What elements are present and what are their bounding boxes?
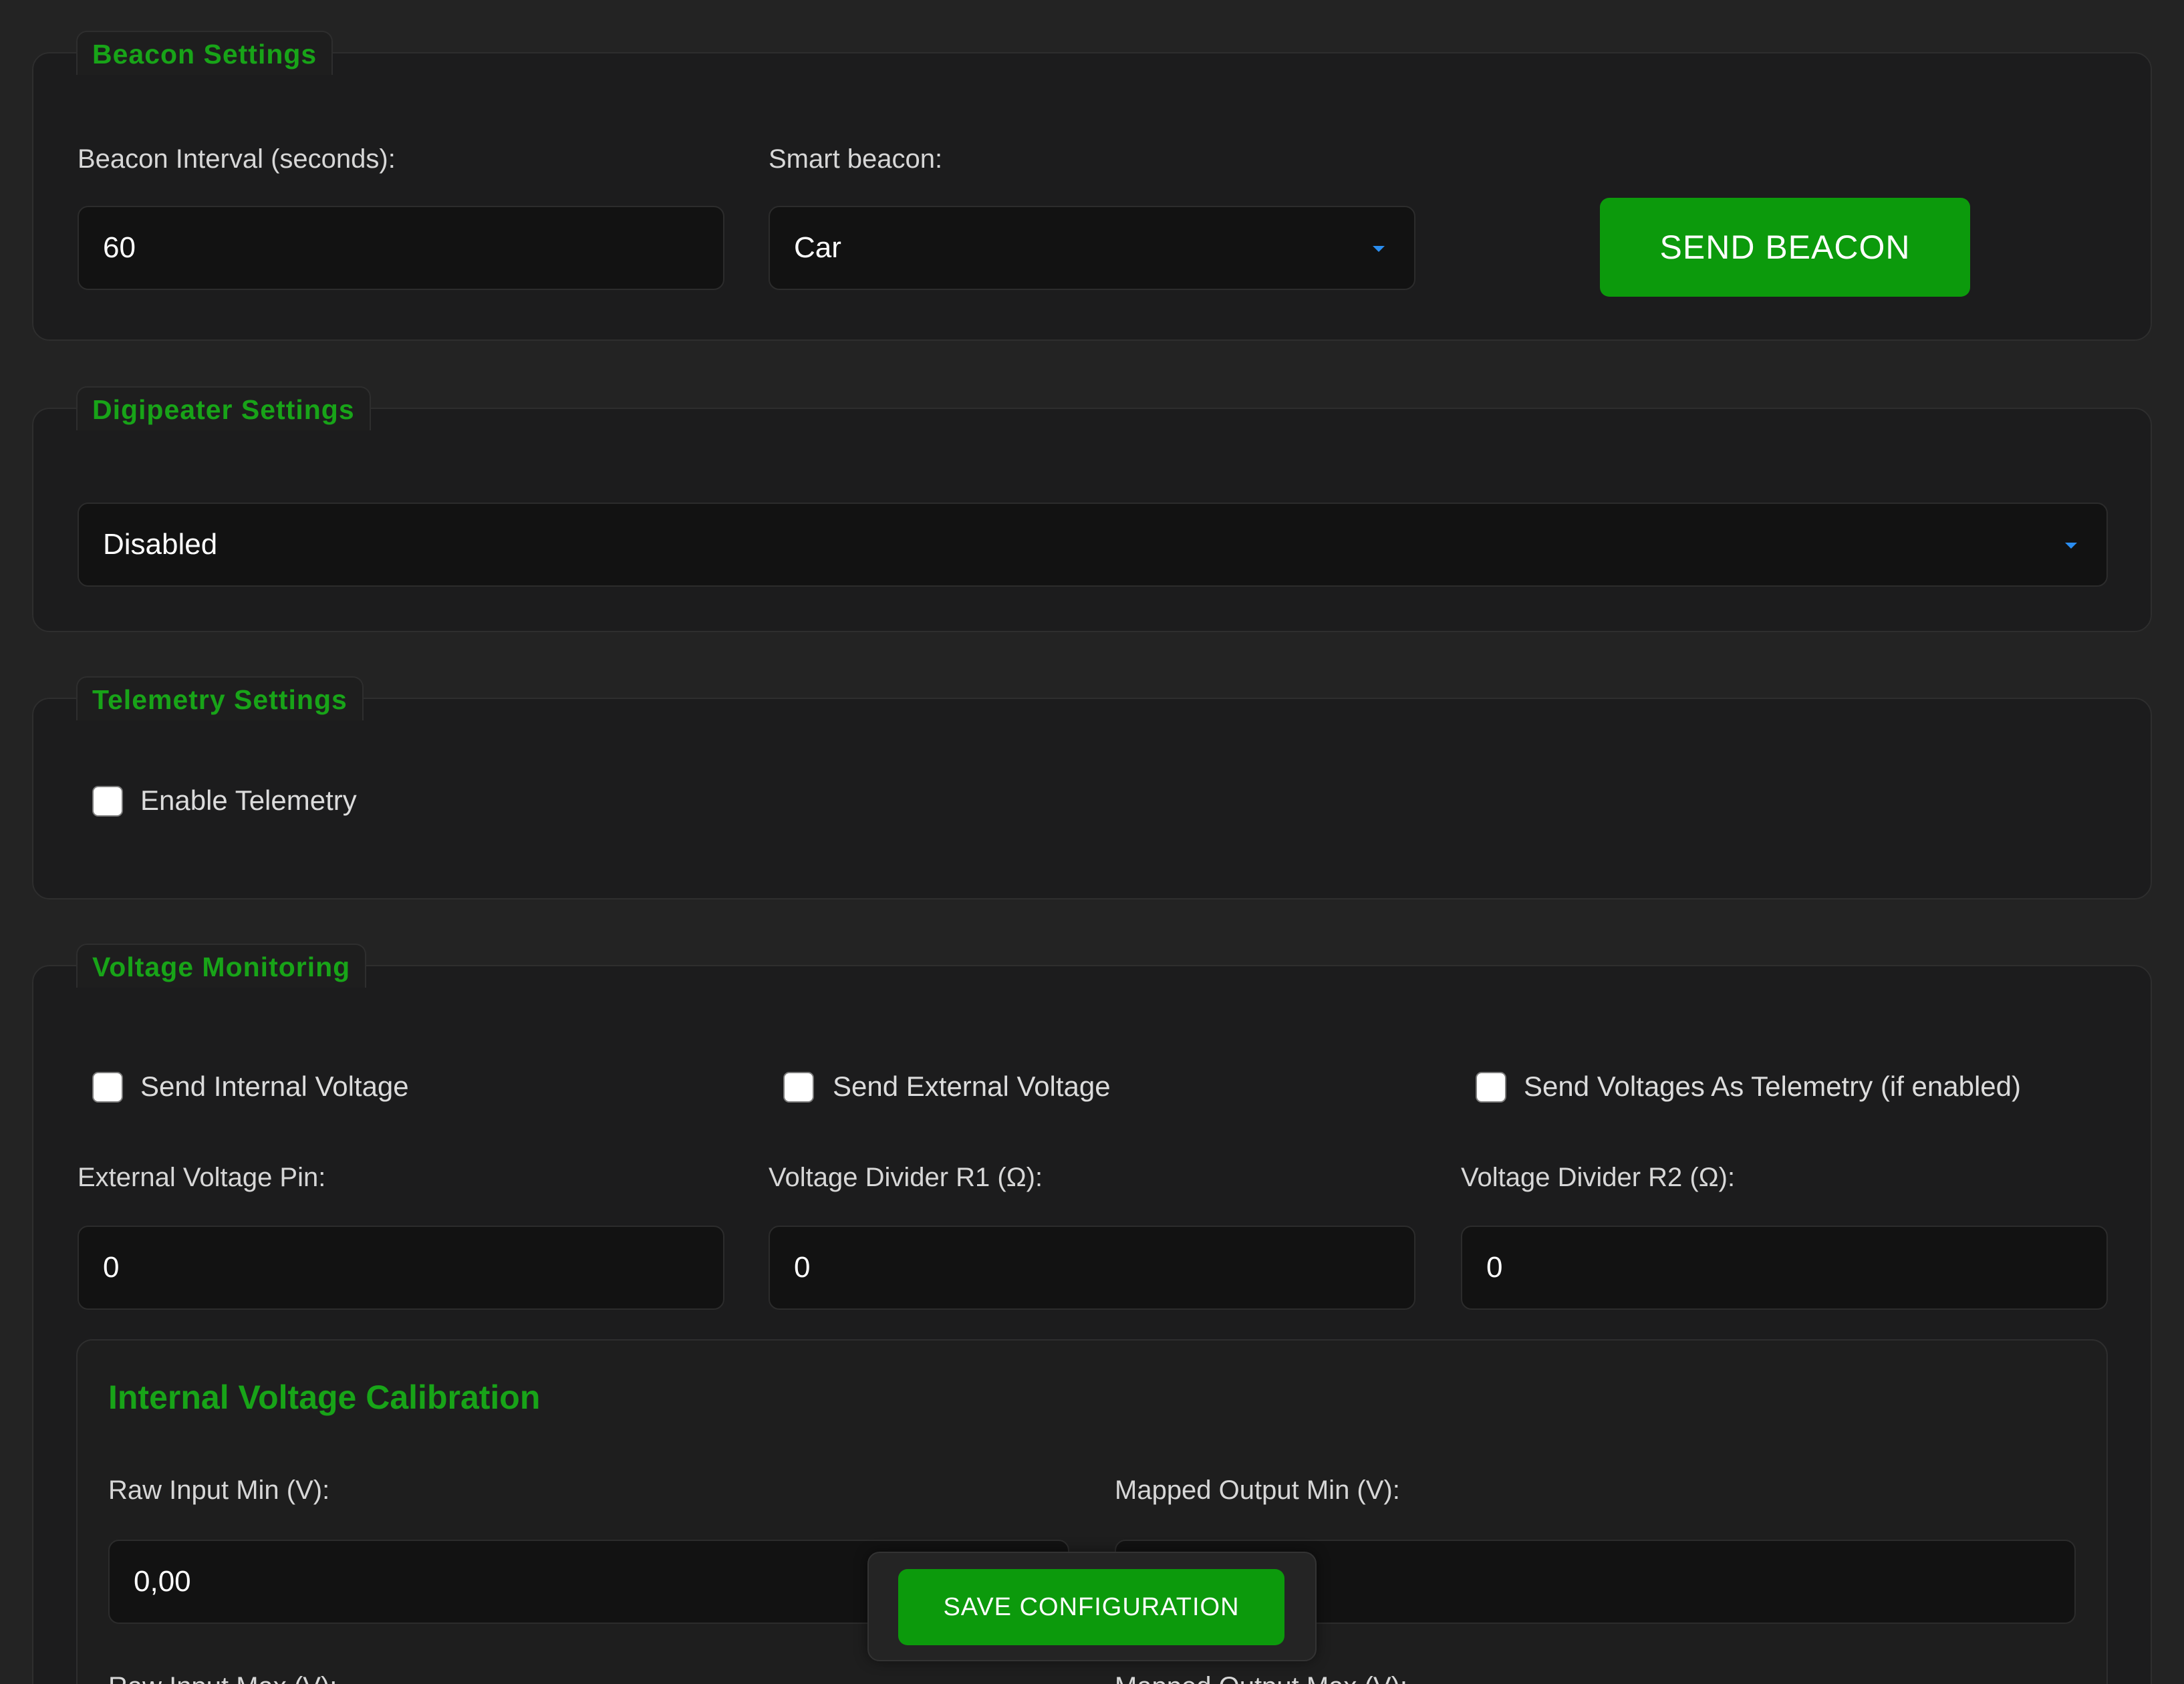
voltage-divider-r1-label: Voltage Divider R1 (Ω):	[769, 1163, 1043, 1192]
smart-beacon-select[interactable]: Car	[769, 206, 1415, 290]
beacon-settings-legend: Beacon Settings	[76, 31, 333, 75]
internal-voltage-calibration-title: Internal Voltage Calibration	[108, 1379, 541, 1416]
smart-beacon-value: Car	[794, 231, 841, 264]
beacon-interval-label: Beacon Interval (seconds):	[78, 144, 396, 174]
chevron-down-icon	[2065, 543, 2077, 549]
floating-save-bar: SAVE CONFIGURATION	[867, 1552, 1317, 1661]
send-external-voltage-checkbox[interactable]	[783, 1072, 814, 1103]
raw-input-max-label: Raw Input Max (V):	[108, 1672, 337, 1684]
send-voltages-telemetry-label[interactable]: Send Voltages As Telemetry (if enabled)	[1524, 1071, 2021, 1103]
telemetry-settings-panel: Telemetry Settings Enable Telemetry	[32, 676, 2152, 899]
raw-input-min-label: Raw Input Min (V):	[108, 1476, 330, 1505]
send-voltages-telemetry-checkbox[interactable]	[1476, 1072, 1506, 1103]
mapped-output-max-label: Mapped Output Max (V):	[1115, 1672, 1407, 1684]
voltage-divider-r1-input[interactable]: 0	[769, 1226, 1415, 1310]
voltage-monitoring-legend: Voltage Monitoring	[76, 944, 367, 988]
enable-telemetry-checkbox[interactable]	[92, 786, 123, 817]
chevron-down-icon	[1373, 246, 1385, 252]
digipeater-settings-legend: Digipeater Settings	[76, 386, 371, 430]
digipeater-mode-select[interactable]: Disabled	[78, 503, 2108, 587]
smart-beacon-label: Smart beacon:	[769, 144, 943, 174]
save-configuration-button[interactable]: SAVE CONFIGURATION	[898, 1569, 1284, 1645]
enable-telemetry-label[interactable]: Enable Telemetry	[140, 785, 357, 817]
voltage-divider-r2-input[interactable]: 0	[1461, 1226, 2108, 1310]
send-internal-voltage-label[interactable]: Send Internal Voltage	[140, 1071, 409, 1103]
digipeater-settings-panel: Digipeater Settings Disabled	[32, 386, 2152, 632]
external-voltage-pin-label: External Voltage Pin:	[78, 1163, 326, 1192]
telemetry-settings-legend: Telemetry Settings	[76, 676, 364, 720]
send-external-voltage-label[interactable]: Send External Voltage	[833, 1071, 1111, 1103]
beacon-settings-panel: Beacon Settings Beacon Interval (seconds…	[32, 31, 2152, 341]
settings-page: Beacon Settings Beacon Interval (seconds…	[0, 0, 2184, 1684]
send-internal-voltage-checkbox[interactable]	[92, 1072, 123, 1103]
beacon-interval-input[interactable]: 60	[78, 206, 724, 290]
digipeater-mode-value: Disabled	[103, 528, 218, 561]
voltage-divider-r2-label: Voltage Divider R2 (Ω):	[1461, 1163, 1736, 1192]
send-beacon-button[interactable]: SEND BEACON	[1600, 198, 1970, 297]
mapped-output-min-label: Mapped Output Min (V):	[1115, 1476, 1400, 1505]
external-voltage-pin-input[interactable]: 0	[78, 1226, 724, 1310]
